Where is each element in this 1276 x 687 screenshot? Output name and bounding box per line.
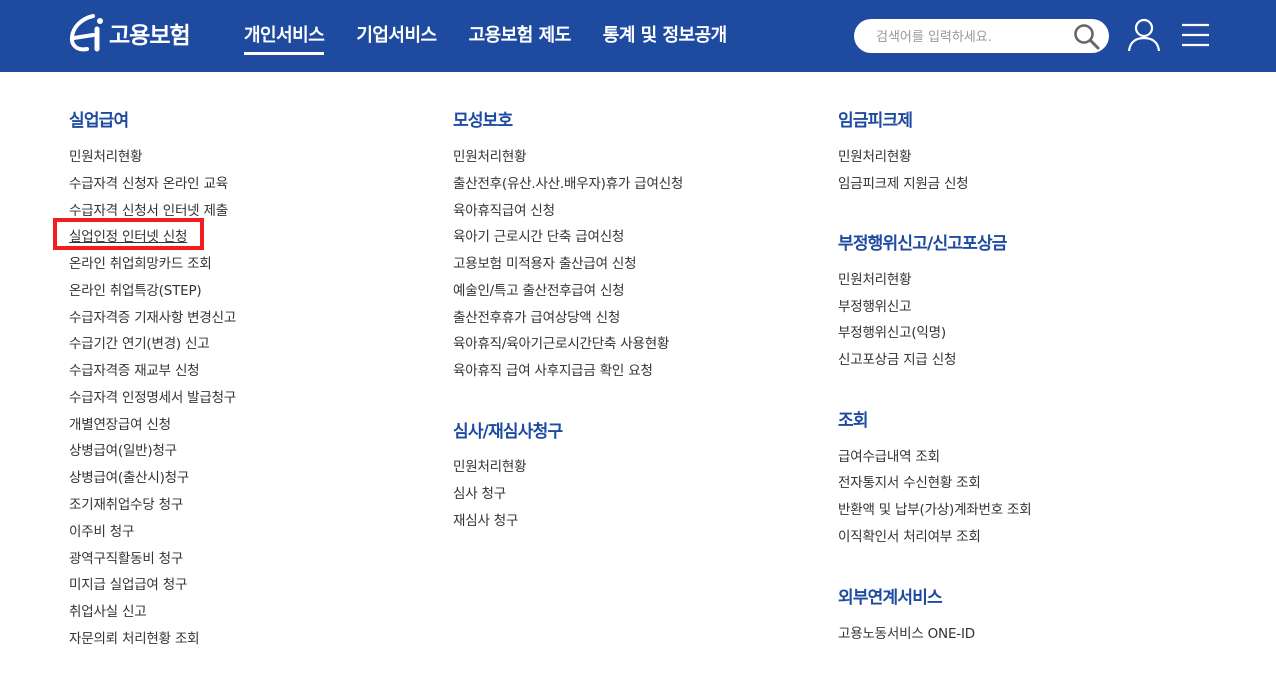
link-relocation[interactable]: 이주비 청구: [69, 520, 134, 540]
menu-icon[interactable]: [1182, 23, 1209, 47]
link-early-reemployment[interactable]: 조기재취업수당 청구: [69, 493, 183, 513]
section-title-external-services: 외부연계서비스: [838, 588, 943, 608]
nav-insurance-system[interactable]: 고용보험 제도: [469, 0, 572, 72]
link-fraud-report-anonymous[interactable]: 부정행위신고(익명): [838, 321, 946, 341]
nav-statistics[interactable]: 통계 및 정보공개: [603, 0, 727, 72]
link-internet-submission[interactable]: 수급자격 신청서 인터넷 제출: [69, 199, 228, 219]
section-title-inquiry: 조회: [838, 411, 868, 431]
section-title-wage-peak: 임금피크제: [838, 111, 913, 131]
link-complaint-status[interactable]: 민원처리현황: [453, 145, 527, 165]
link-wage-peak-subsidy[interactable]: 임금피크제 지원금 신청: [838, 172, 969, 192]
link-job-search-expense[interactable]: 광역구직활동비 청구: [69, 547, 183, 567]
search-box: [854, 19, 1109, 55]
link-online-education[interactable]: 수급자격 신청자 온라인 교육: [69, 172, 228, 192]
search-icon[interactable]: [1073, 23, 1101, 51]
link-benefit-history[interactable]: 급여수급내역 조회: [838, 445, 940, 465]
nav-personal-services[interactable]: 개인서비스: [244, 0, 325, 72]
link-unpaid-benefit[interactable]: 미지급 실업급여 청구: [69, 573, 187, 593]
ei-logo-icon: [69, 14, 103, 52]
link-parental-leave[interactable]: 육아휴직급여 신청: [453, 199, 555, 219]
link-cert-change[interactable]: 수급자격증 기재사항 변경신고: [69, 306, 236, 326]
link-individual-extension[interactable]: 개별연장급여 신청: [69, 413, 171, 433]
section-title-appeal: 심사/재심사청구: [453, 422, 563, 442]
link-deferred-payment[interactable]: 육아휴직 급여 사후지급금 확인 요청: [453, 359, 653, 379]
section-title-fraud-report: 부정행위신고/신고포상금: [838, 234, 1007, 254]
link-employment-report[interactable]: 취업사실 신고: [69, 600, 147, 620]
link-review-request[interactable]: 심사 청구: [453, 482, 506, 502]
link-sickness-childbirth[interactable]: 상병급여(출산시)청구: [69, 466, 189, 486]
link-step[interactable]: 온라인 취업특강(STEP): [69, 279, 202, 299]
link-job-hope-card[interactable]: 온라인 취업희망카드 조회: [69, 252, 212, 272]
link-reduced-hours[interactable]: 육아기 근로시간 단축 급여신청: [453, 225, 624, 245]
section-title-maternity: 모성보호: [453, 111, 513, 131]
link-cert-reissue[interactable]: 수급자격증 재교부 신청: [69, 359, 200, 379]
link-complaint-status[interactable]: 민원처리현황: [838, 268, 912, 288]
header: 고용보험 개인서비스 기업서비스 고용보험 제도 통계 및 정보공개: [0, 0, 1276, 72]
link-reward-payment[interactable]: 신고포상금 지급 신청: [838, 348, 956, 368]
search-input[interactable]: [874, 19, 1068, 55]
link-leave-equivalent[interactable]: 출산전후휴가 급여상당액 신청: [453, 306, 620, 326]
link-advisory-status[interactable]: 자문의뢰 처리현황 조회: [69, 627, 200, 647]
logo-text: 고용보험: [109, 23, 191, 49]
section-title-unemployment-benefit: 실업급여: [69, 111, 129, 131]
link-usage-status[interactable]: 육아휴직/육아기근로시간단축 사용현황: [453, 332, 669, 352]
link-one-id[interactable]: 고용노동서비스 ONE-ID: [838, 622, 975, 642]
link-recognition-statement[interactable]: 수급자격 인정명세서 발급청구: [69, 386, 236, 406]
link-sickness-general[interactable]: 상병급여(일반)청구: [69, 439, 177, 459]
link-rereview-request[interactable]: 재심사 청구: [453, 509, 518, 529]
link-complaint-status[interactable]: 민원처리현황: [453, 455, 527, 475]
link-complaint-status[interactable]: 민원처리현황: [69, 145, 143, 165]
link-complaint-status[interactable]: 민원처리현황: [838, 145, 912, 165]
main-nav: 개인서비스 기업서비스 고용보험 제도 통계 및 정보공개: [244, 0, 759, 72]
link-uninsured-childbirth[interactable]: 고용보험 미적용자 출산급여 신청: [453, 252, 637, 272]
link-maternity-leave[interactable]: 출산전후(유산.사산.배우자)휴가 급여신청: [453, 172, 683, 192]
highlight-box: [53, 218, 204, 250]
link-period-extension[interactable]: 수급기간 연기(변경) 신고: [69, 332, 210, 352]
user-icon[interactable]: [1126, 17, 1162, 53]
logo[interactable]: 고용보험: [67, 11, 191, 55]
link-fraud-report[interactable]: 부정행위신고: [838, 295, 912, 315]
link-artist-childbirth[interactable]: 예술인/특고 출산전후급여 신청: [453, 279, 625, 299]
link-refund-account[interactable]: 반환액 및 납부(가상)계좌번호 조회: [838, 498, 1032, 518]
link-separation-confirmation[interactable]: 이직확인서 처리여부 조회: [838, 525, 981, 545]
nav-business-services[interactable]: 기업서비스: [356, 0, 437, 72]
link-e-notice-status[interactable]: 전자통지서 수신현황 조회: [838, 471, 981, 491]
